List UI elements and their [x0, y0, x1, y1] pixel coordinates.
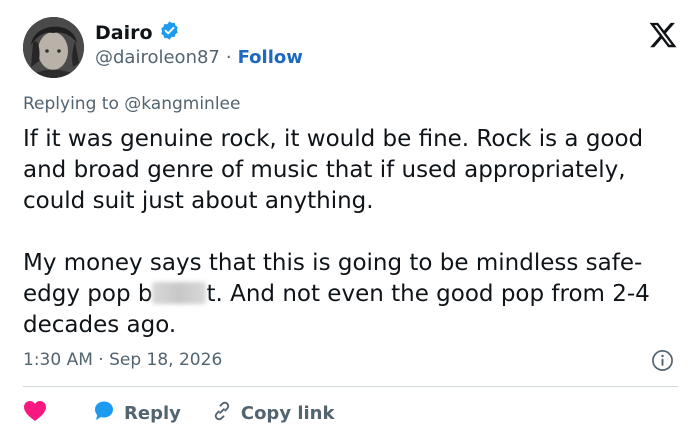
author-name-row: Dairo: [95, 20, 180, 45]
tweet-body: If it was genuine rock, it would be fine…: [23, 124, 683, 341]
reply-label: Reply: [124, 403, 181, 424]
verified-badge-icon: [159, 20, 180, 45]
handle-separator: ·: [225, 47, 232, 68]
author-display-name[interactable]: Dairo: [95, 22, 153, 44]
heart-icon: [23, 400, 47, 427]
copy-link-button[interactable]: Copy link: [211, 400, 335, 427]
replying-prefix: Replying to: [23, 94, 125, 114]
divider: [23, 386, 678, 387]
info-icon[interactable]: [651, 349, 674, 372]
tweet-time: 1:30 AM: [23, 350, 93, 370]
meta-separator: ·: [98, 350, 104, 370]
censored-blur: [152, 282, 207, 304]
follow-button[interactable]: Follow: [238, 47, 303, 68]
tweet-date: Sep 18, 2026: [109, 350, 223, 370]
replying-mention-link[interactable]: @kangminlee: [124, 94, 240, 114]
link-icon: [211, 400, 233, 427]
like-button[interactable]: [23, 400, 47, 427]
tweet-paragraph-2: My money says that this is going to be m…: [23, 248, 683, 341]
x-logo-icon[interactable]: [648, 20, 678, 50]
copy-link-label: Copy link: [240, 403, 335, 424]
tweet-paragraph-1: If it was genuine rock, it would be fine…: [23, 126, 644, 214]
replying-to: Replying to @kangminlee: [23, 94, 240, 114]
reply-button[interactable]: Reply: [92, 400, 181, 427]
avatar[interactable]: [23, 17, 84, 78]
action-bar: Reply Copy link: [23, 400, 334, 427]
author-handle[interactable]: @dairoleon87: [95, 47, 220, 68]
author-handle-row: @dairoleon87 · Follow: [95, 47, 303, 68]
tweet-timestamp[interactable]: 1:30 AM · Sep 18, 2026: [23, 350, 222, 370]
reply-bubble-icon: [92, 400, 116, 427]
